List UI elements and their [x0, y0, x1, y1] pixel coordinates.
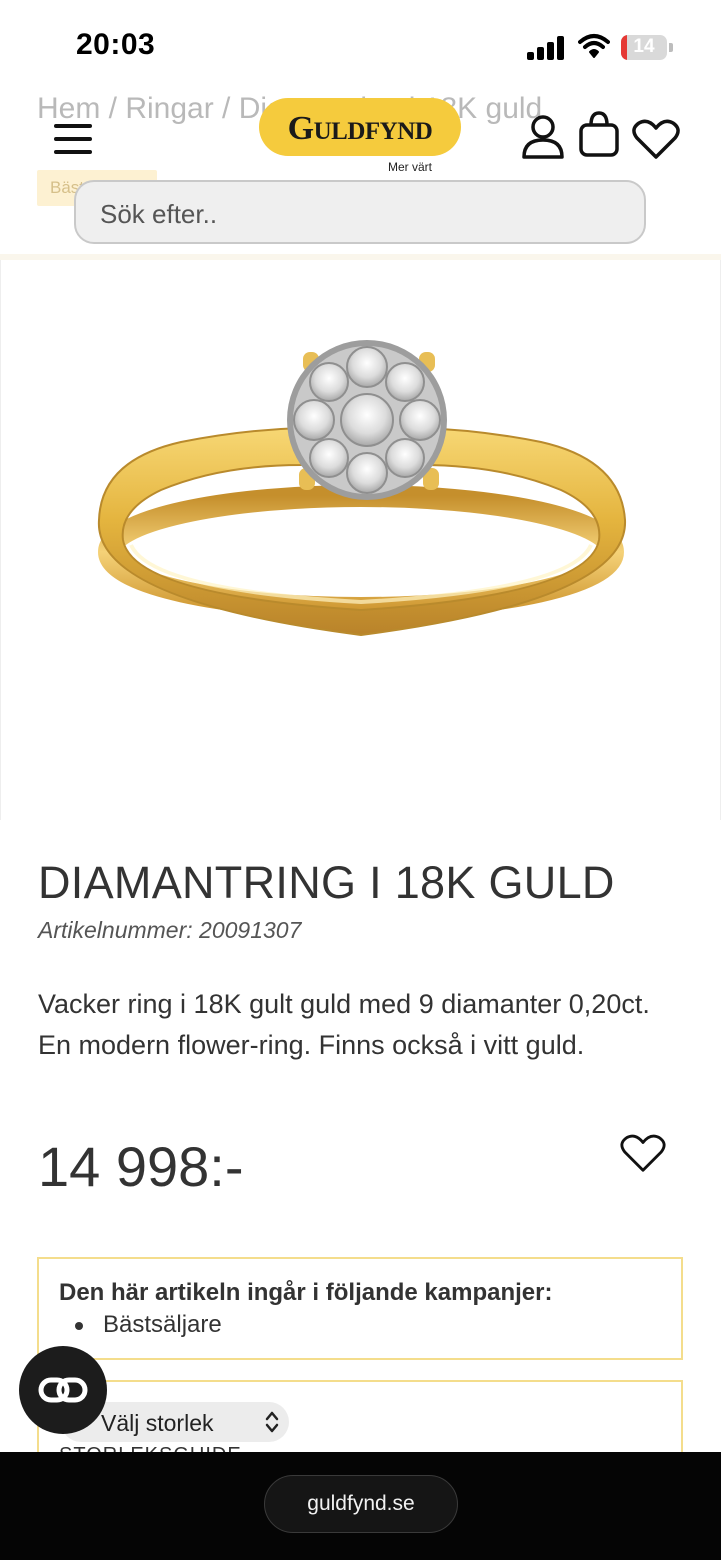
- status-time: 20:03: [76, 28, 156, 61]
- campaign-item-label: Bästsäljare: [103, 1311, 222, 1338]
- url-text: guldfynd.se: [307, 1492, 415, 1515]
- user-icon[interactable]: [521, 114, 565, 160]
- shopping-bag-icon[interactable]: [578, 110, 620, 158]
- product-image[interactable]: [0, 260, 721, 820]
- product-title: DIAMANTRING I 18K GULD: [38, 857, 615, 908]
- select-arrows-icon: [265, 1411, 279, 1433]
- battery-level: 14: [633, 36, 655, 57]
- battery-nub: [669, 43, 673, 52]
- menu-icon[interactable]: [54, 124, 92, 154]
- browser-bar: guldfynd.se: [0, 1452, 721, 1560]
- chat-link-icon: [38, 1377, 88, 1403]
- battery-icon: 14: [621, 35, 667, 60]
- size-select-label: Välj storlek: [101, 1410, 214, 1436]
- url-bar[interactable]: guldfynd.se: [264, 1475, 458, 1533]
- size-box: Välj storlek STORLEKSGUIDE: [37, 1380, 683, 1466]
- search-placeholder: Sök efter..: [100, 199, 218, 229]
- favorite-heart-icon[interactable]: [620, 1132, 666, 1174]
- article-number: Artikelnummer: 20091307: [38, 917, 302, 943]
- campaign-list-item[interactable]: Bästsäljare: [75, 1311, 222, 1339]
- campaign-heading: Den här artikeln ingår i följande kampan…: [59, 1279, 553, 1306]
- wifi-icon: [578, 34, 610, 58]
- cellular-signal-icon: [527, 36, 565, 60]
- product-description: Vacker ring i 18K gult guld med 9 diaman…: [38, 989, 650, 1060]
- campaign-box: Den här artikeln ingår i följande kampan…: [37, 1257, 683, 1360]
- search-input[interactable]: Sök efter..: [74, 180, 646, 244]
- status-bar: 20:03 14: [0, 0, 721, 90]
- logo[interactable]: GULDFYND Mer värt: [259, 98, 461, 178]
- diamond-ring-image: [97, 340, 627, 637]
- heart-icon[interactable]: [632, 118, 680, 160]
- logo-tagline: Mer värt: [387, 160, 432, 174]
- bullet: [75, 1321, 83, 1330]
- product-price: 14 998:-: [38, 1135, 244, 1198]
- logo-text: GULDFYND: [287, 110, 433, 147]
- chat-button[interactable]: [19, 1346, 107, 1434]
